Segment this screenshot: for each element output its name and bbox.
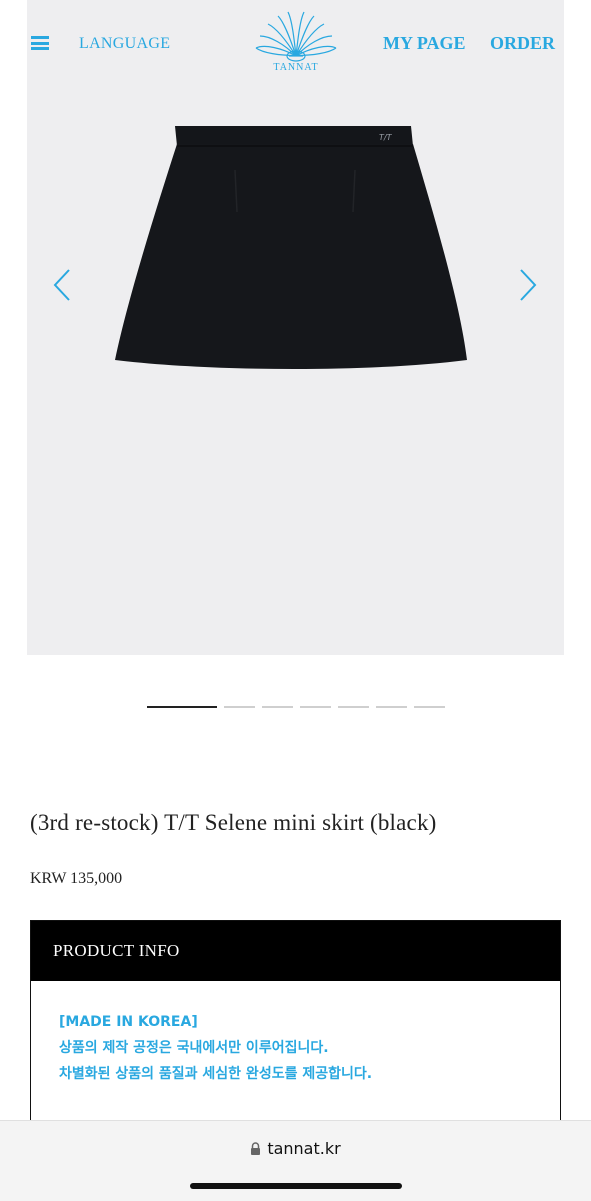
- pager-dot-4[interactable]: [300, 706, 331, 708]
- home-indicator: [190, 1183, 402, 1189]
- pager-dot-3[interactable]: [262, 706, 293, 708]
- product-info-panel: PRODUCT INFO [MADE IN KOREA] 상품의 제작 공정은 …: [30, 920, 561, 1140]
- brand-name: TANNAT: [273, 62, 319, 73]
- language-selector[interactable]: LANGUAGE: [79, 35, 170, 53]
- pager-dot-7[interactable]: [414, 706, 445, 708]
- product-info-body: [MADE IN KOREA] 상품의 제작 공정은 국내에서만 이루어집니다.…: [31, 981, 560, 1087]
- slide-pager: [0, 706, 591, 710]
- browser-address-bar[interactable]: tannat.kr: [0, 1120, 591, 1201]
- product-price: KRW 135,000: [30, 870, 123, 887]
- pager-dot-6[interactable]: [376, 706, 407, 708]
- product-image-gallery[interactable]: T/T: [27, 0, 564, 655]
- my-page-link[interactable]: MY PAGE: [383, 33, 466, 54]
- chevron-left-icon[interactable]: [52, 268, 72, 302]
- pager-dot-1[interactable]: [147, 706, 217, 708]
- hamburger-menu-icon[interactable]: [31, 36, 49, 50]
- order-link[interactable]: ORDER: [490, 33, 555, 54]
- svg-text:T/T: T/T: [379, 133, 393, 142]
- url-text: tannat.kr: [267, 1139, 341, 1158]
- pager-dot-2[interactable]: [224, 706, 255, 708]
- pager-dot-5[interactable]: [338, 706, 369, 708]
- url-display[interactable]: tannat.kr: [0, 1139, 591, 1158]
- chevron-right-icon[interactable]: [518, 268, 538, 302]
- product-info-heading[interactable]: PRODUCT INFO: [31, 921, 560, 981]
- site-header: LANGUAGE TANNAT MY PAGE ORDER: [0, 0, 591, 90]
- lock-icon: [251, 1142, 261, 1155]
- info-line: 차별화된 상품의 품질과 세심한 완성도를 제공합니다.: [59, 1066, 373, 1082]
- info-line: 상품의 제작 공정은 국내에서만 이루어집니다.: [59, 1040, 329, 1056]
- product-title: (3rd re-stock) T/T Selene mini skirt (bl…: [30, 810, 437, 835]
- info-line: [MADE IN KOREA]: [59, 1014, 198, 1030]
- product-image: T/T: [115, 126, 467, 369]
